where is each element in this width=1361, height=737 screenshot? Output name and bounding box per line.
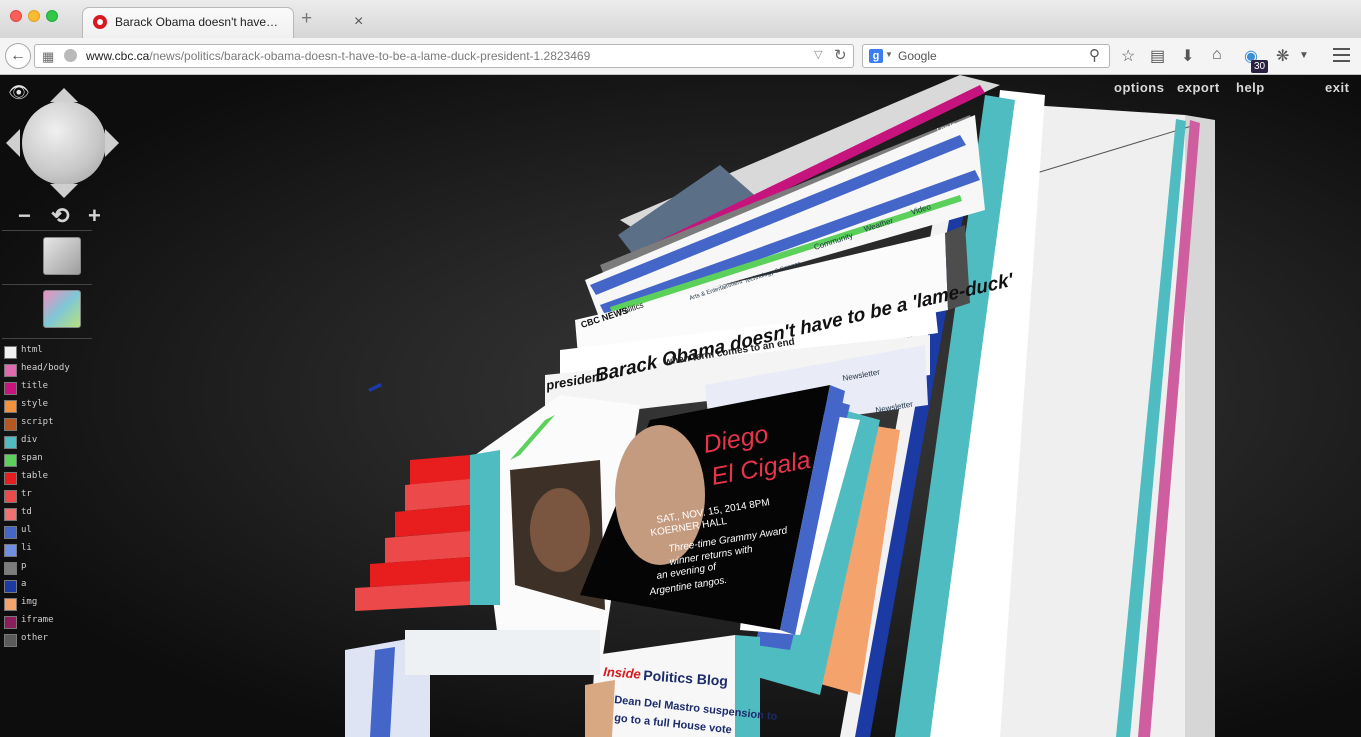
arrow-left-icon[interactable] xyxy=(6,129,20,157)
controls-separator-2 xyxy=(2,284,92,285)
tab-close-icon[interactable]: × xyxy=(354,13,363,31)
legend-label: title xyxy=(21,381,49,391)
tilt-3d-view[interactable]: Barack Obama doesn't have to be a 'lame-… xyxy=(0,75,1361,737)
dom-3d-scene[interactable]: Barack Obama doesn't have to be a 'lame-… xyxy=(0,75,1361,737)
color-scheme-toggle-icon[interactable] xyxy=(43,290,81,328)
blog-block-photo xyxy=(585,680,615,737)
search-input[interactable]: Google xyxy=(898,49,937,63)
legend-swatch xyxy=(4,616,17,629)
legend-swatch xyxy=(4,418,17,431)
navigation-toolbar: ← ▦ www.cbc.ca/news/politics/barack-obam… xyxy=(0,38,1361,75)
legend-label: a xyxy=(21,579,27,589)
stray-anchor xyxy=(368,383,382,392)
url-text[interactable]: www.cbc.ca/news/politics/barack-obama-do… xyxy=(86,49,590,63)
legend-label: span xyxy=(21,453,43,463)
tilt-help-button[interactable]: help xyxy=(1236,80,1265,95)
legend-label: p xyxy=(21,561,27,571)
obama-face xyxy=(530,488,590,572)
legend-label: img xyxy=(21,597,38,607)
legend-swatch xyxy=(4,400,17,413)
bottom-strip xyxy=(405,630,600,675)
url-host: www.cbc.ca xyxy=(86,49,150,63)
arrow-down-icon[interactable] xyxy=(50,184,78,198)
home-icon[interactable]: ⌂ xyxy=(1212,46,1222,64)
legend-label: head/body xyxy=(21,363,70,373)
legend-label: li xyxy=(21,543,32,553)
legend-swatch xyxy=(4,634,17,647)
cbc-favicon-icon xyxy=(93,15,107,29)
minimize-window-button[interactable] xyxy=(28,10,40,22)
blog-prefix-3d-text: Inside xyxy=(603,664,642,682)
legend-label: tr xyxy=(21,489,32,499)
zoom-in-button[interactable]: + xyxy=(88,203,101,229)
url-path: /news/politics/barack-obama-doesn-t-have… xyxy=(149,49,591,63)
bookmark-star-icon[interactable]: ☆ xyxy=(1121,46,1135,66)
legend-swatch xyxy=(4,598,17,611)
controls-separator xyxy=(2,230,92,231)
hamburger-menu-icon[interactable] xyxy=(1333,48,1350,62)
tilt-export-button[interactable]: export xyxy=(1177,80,1220,95)
close-window-button[interactable] xyxy=(10,10,22,22)
legend-swatch xyxy=(4,472,17,485)
search-engine-icon[interactable]: g xyxy=(869,49,883,63)
legend-separator xyxy=(2,338,92,339)
title-bar: Barack Obama doesn't have… × + xyxy=(0,0,1361,38)
legend-label: html xyxy=(21,345,43,355)
zoom-out-button[interactable]: − xyxy=(18,203,31,229)
legend-label: td xyxy=(21,507,32,517)
download-icon[interactable]: ⬇ xyxy=(1181,46,1194,66)
legend-swatch xyxy=(4,382,17,395)
legend-swatch xyxy=(4,454,17,467)
extension-dropdown-icon[interactable]: ▼ xyxy=(1299,50,1309,61)
rotation-pad[interactable] xyxy=(6,88,119,198)
rotation-ball[interactable] xyxy=(22,101,106,185)
legend-label: ul xyxy=(21,525,32,535)
legend-swatch xyxy=(4,436,17,449)
legend-label: table xyxy=(21,471,49,481)
addon-count-badge: 30 xyxy=(1251,60,1269,73)
legend-label: div xyxy=(21,435,38,445)
reading-list-icon[interactable]: ▤ xyxy=(1150,46,1165,66)
blog-block-edge xyxy=(735,635,760,737)
wireframe-toggle-icon[interactable] xyxy=(43,237,81,275)
search-box[interactable]: g ▼ Google ⚲ xyxy=(862,44,1110,68)
legend-swatch xyxy=(4,346,17,359)
arrow-right-icon[interactable] xyxy=(105,129,119,157)
legend-swatch xyxy=(4,490,17,503)
search-icon[interactable]: ⚲ xyxy=(1089,46,1100,64)
legend-swatch xyxy=(4,364,17,377)
legend-swatch xyxy=(4,580,17,593)
maximize-window-button[interactable] xyxy=(46,10,58,22)
legend-label: iframe xyxy=(21,615,54,625)
search-engine-dropdown-icon[interactable]: ▼ xyxy=(885,50,893,59)
legend-label: script xyxy=(21,417,54,427)
address-bar[interactable]: ▦ www.cbc.ca/news/politics/barack-obama-… xyxy=(34,44,854,68)
legend-label: style xyxy=(21,399,49,409)
arrow-up-icon[interactable] xyxy=(50,88,78,102)
legend-label: other xyxy=(21,633,49,643)
site-identity-icon[interactable] xyxy=(64,49,77,62)
table-blocks xyxy=(355,450,500,611)
tilt-options-button[interactable]: options xyxy=(1114,80,1164,95)
legend-swatch xyxy=(4,544,17,557)
browser-tab[interactable]: Barack Obama doesn't have… × xyxy=(82,7,363,38)
devtools-icon[interactable]: ❋ xyxy=(1276,46,1289,66)
tab-title: Barack Obama doesn't have… xyxy=(115,15,279,29)
legend-swatch xyxy=(4,526,17,539)
new-tab-button[interactable]: + xyxy=(301,9,312,29)
tilt-exit-button[interactable]: exit xyxy=(1325,80,1349,95)
history-dropdown-icon[interactable]: ▽ xyxy=(814,48,822,61)
back-button[interactable]: ← xyxy=(5,43,31,69)
tab-groups-icon[interactable]: ▦ xyxy=(42,49,54,65)
legend-swatch xyxy=(4,508,17,521)
reload-icon[interactable]: ↻ xyxy=(834,46,847,64)
legend-swatch xyxy=(4,562,17,575)
reset-view-button[interactable]: ⟲ xyxy=(51,203,69,229)
